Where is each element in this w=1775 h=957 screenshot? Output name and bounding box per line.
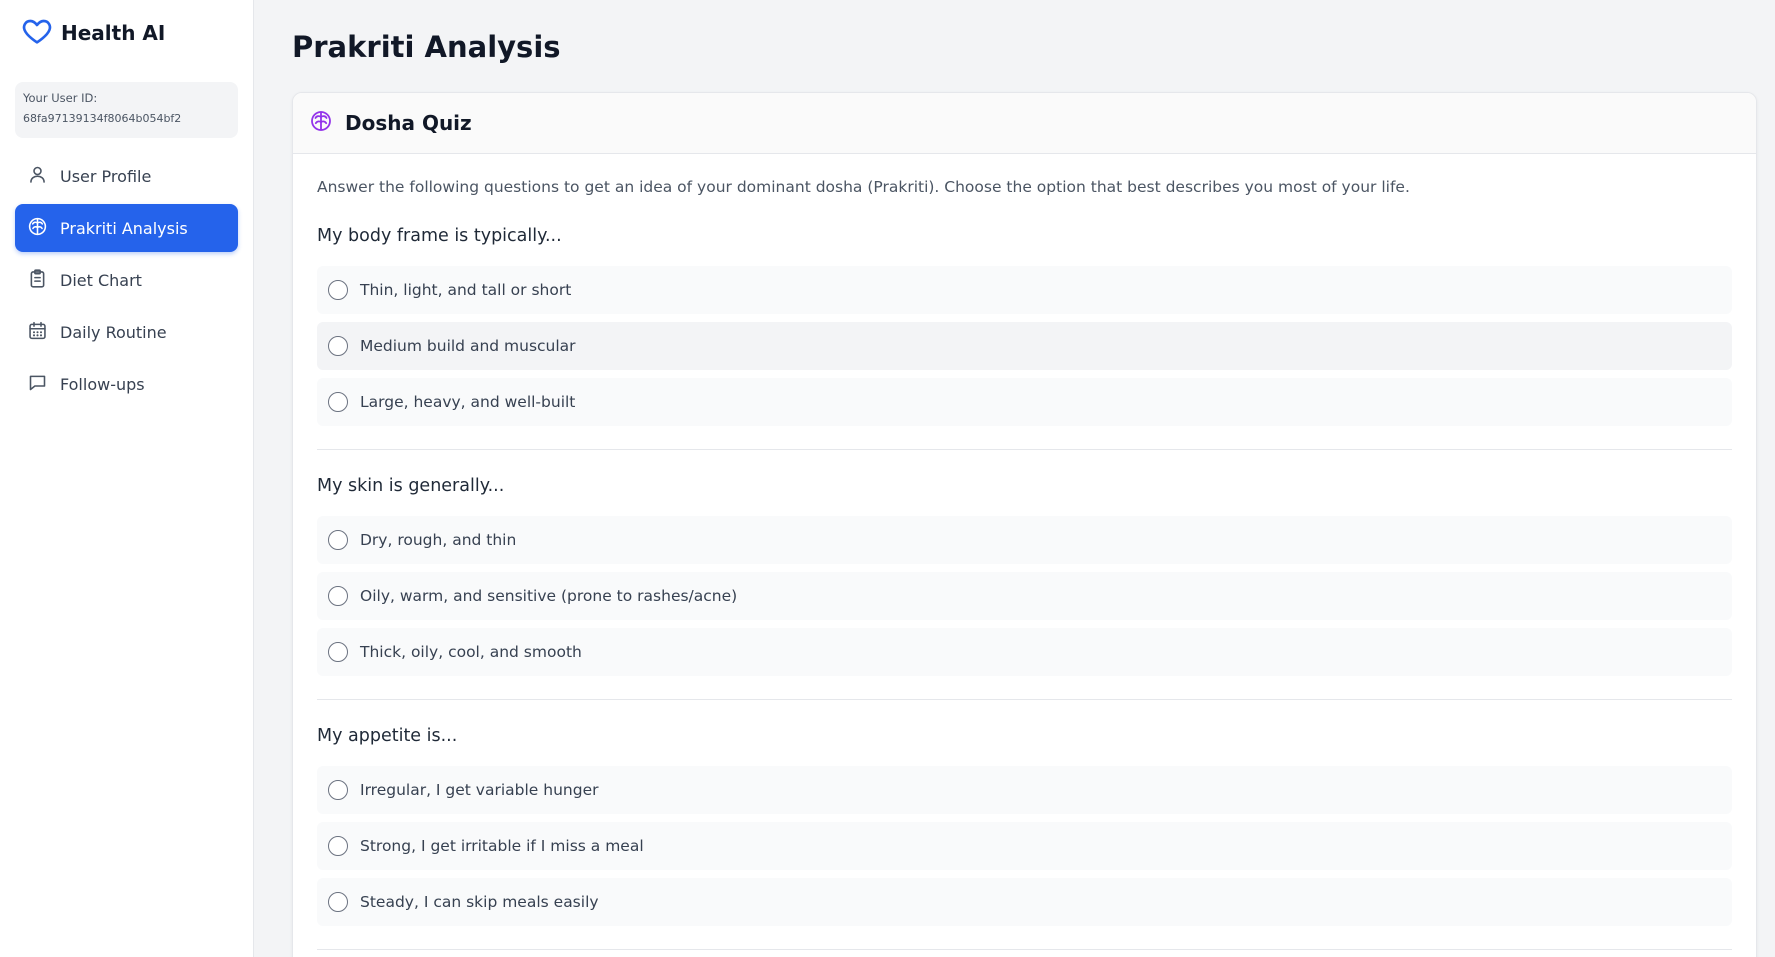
message-icon: [27, 372, 48, 397]
card-header: Dosha Quiz: [293, 93, 1756, 154]
question-text: My skin is generally...: [317, 476, 505, 496]
option-label: Irregular, I get variable hunger: [360, 781, 599, 799]
sidebar-item-label: Daily Routine: [60, 322, 167, 342]
radio-button[interactable]: [328, 530, 348, 550]
option-label: Large, heavy, and well-built: [360, 393, 576, 411]
card-body: Answer the following questions to get an…: [293, 154, 1756, 950]
page-title: Prakriti Analysis: [292, 30, 561, 64]
option-label: Oily, warm, and sensitive (prone to rash…: [360, 587, 738, 605]
card-title: Dosha Quiz: [345, 111, 472, 135]
user-id-value: 68fa97139134f8064b054bf2: [23, 112, 182, 125]
option-label: Thin, light, and tall or short: [360, 281, 572, 299]
answer-option[interactable]: Large, heavy, and well-built: [317, 378, 1732, 426]
answer-option[interactable]: Steady, I can skip meals easily: [317, 878, 1732, 926]
calendar-icon: [27, 320, 48, 345]
radio-button[interactable]: [328, 780, 348, 800]
quiz-intro: Answer the following questions to get an…: [317, 178, 1410, 196]
option-label: Medium build and muscular: [360, 337, 576, 355]
sidebar-nav: User Profile Prakriti Analysis Diet Char…: [15, 152, 238, 408]
sidebar-item-daily-routine[interactable]: Daily Routine: [15, 308, 238, 356]
sidebar-item-user-profile[interactable]: User Profile: [15, 152, 238, 200]
user-id-label: Your User ID:: [23, 91, 98, 105]
radio-button[interactable]: [328, 586, 348, 606]
sidebar: Health AI Your User ID: 68fa97139134f806…: [0, 0, 254, 957]
option-label: Steady, I can skip meals easily: [360, 893, 599, 911]
answer-option[interactable]: Dry, rough, and thin: [317, 516, 1732, 564]
radio-button[interactable]: [328, 836, 348, 856]
question-text: My body frame is typically...: [317, 226, 562, 246]
answer-option[interactable]: Medium build and muscular: [317, 322, 1732, 370]
brain-icon: [27, 216, 48, 241]
radio-button[interactable]: [328, 892, 348, 912]
question: My body frame is typically... Thin, ligh…: [317, 202, 1732, 450]
sidebar-item-label: Prakriti Analysis: [60, 218, 188, 238]
radio-button[interactable]: [328, 392, 348, 412]
radio-button[interactable]: [328, 336, 348, 356]
sidebar-item-label: Diet Chart: [60, 270, 142, 290]
clipboard-icon: [27, 268, 48, 293]
answer-option[interactable]: Oily, warm, and sensitive (prone to rash…: [317, 572, 1732, 620]
option-label: Dry, rough, and thin: [360, 531, 517, 549]
option-label: Thick, oily, cool, and smooth: [360, 643, 582, 661]
sidebar-item-label: User Profile: [60, 166, 152, 186]
radio-button[interactable]: [328, 280, 348, 300]
answer-option[interactable]: Strong, I get irritable if I miss a meal: [317, 822, 1732, 870]
user-icon: [27, 164, 48, 189]
option-label: Strong, I get irritable if I miss a meal: [360, 837, 644, 855]
user-id-box: Your User ID: 68fa97139134f8064b054bf2: [15, 82, 238, 138]
sidebar-item-follow-ups[interactable]: Follow-ups: [15, 360, 238, 408]
radio-button[interactable]: [328, 642, 348, 662]
main-content: Prakriti Analysis Dosha Quiz Answer the …: [254, 0, 1775, 957]
brand[interactable]: Health AI: [15, 0, 238, 66]
sidebar-item-prakriti-analysis[interactable]: Prakriti Analysis: [15, 204, 238, 252]
sidebar-item-label: Follow-ups: [60, 374, 145, 394]
brain-icon: [309, 109, 333, 137]
sidebar-item-diet-chart[interactable]: Diet Chart: [15, 256, 238, 304]
answer-option[interactable]: Irregular, I get variable hunger: [317, 766, 1732, 814]
brand-name: Health AI: [61, 21, 166, 45]
question-text: My appetite is...: [317, 726, 458, 746]
question: My skin is generally... Dry, rough, and …: [317, 450, 1732, 700]
heart-icon: [21, 15, 53, 51]
answer-option[interactable]: Thick, oily, cool, and smooth: [317, 628, 1732, 676]
answer-option[interactable]: Thin, light, and tall or short: [317, 266, 1732, 314]
question: My appetite is... Irregular, I get varia…: [317, 700, 1732, 950]
dosha-quiz-card: Dosha Quiz Answer the following question…: [292, 92, 1757, 957]
